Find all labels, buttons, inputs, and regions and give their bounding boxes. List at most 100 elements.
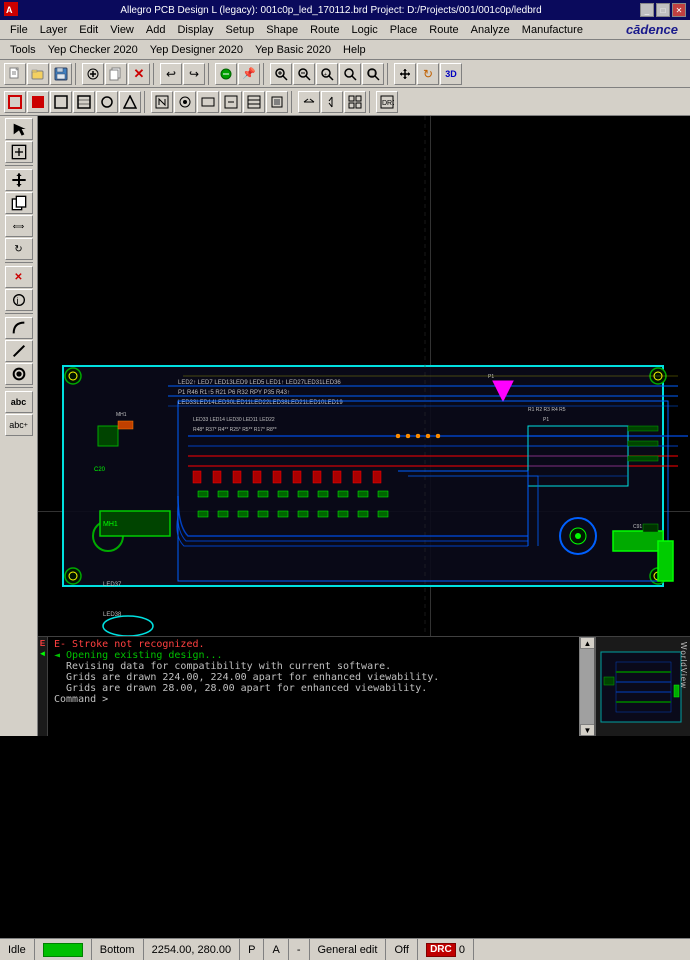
separator-7 [291,91,295,113]
zoom-out-button[interactable] [293,63,315,85]
svg-text:C20: C20 [94,467,106,473]
3d-button[interactable]: 3D [440,63,462,85]
lt-select[interactable] [5,118,33,140]
status-separator: - [289,939,310,960]
tb2-btn-7[interactable] [151,91,173,113]
menu-add[interactable]: Add [140,22,172,38]
lt-move[interactable] [5,169,33,191]
zoom-fit-button[interactable]: + [316,63,338,85]
menu-route2[interactable]: Route [423,22,464,38]
lt-property[interactable]: i [5,289,33,311]
tb2-btn-2[interactable] [27,91,49,113]
console-line-5: Grids are drawn 28.00, 28.00 apart for e… [54,683,576,694]
scroll-track[interactable] [580,649,594,724]
tb2-btn-9[interactable] [197,91,219,113]
tb2-btn-15[interactable] [344,91,366,113]
anchor-button[interactable]: 📌 [238,63,260,85]
tb2-btn-12[interactable] [266,91,288,113]
lt-zoom-area[interactable] [5,141,33,163]
menu-display[interactable]: Display [171,22,219,38]
menu-help[interactable]: Help [337,42,372,58]
tb2-btn-8[interactable] [174,91,196,113]
menu-layer[interactable]: Layer [34,22,74,38]
svg-text:MH1: MH1 [116,412,127,418]
main-area: ⟺ ↻ ✕ i abc abc+ [0,116,690,736]
svg-text:P1 R46 R1↑5 R21 P6 R: P1 R46 R1↑5 R21 P6 R32 RPY P35 R43↑ [178,390,290,396]
menu-yep-checker[interactable]: Yep Checker 2020 [42,42,144,58]
scroll-down-button[interactable]: ▼ [580,724,595,736]
add-button[interactable] [82,63,104,85]
refresh-button[interactable]: ↻ [417,63,439,85]
lt-text-add[interactable]: abc+ [5,414,33,436]
lt-copy[interactable] [5,192,33,214]
copy-button[interactable] [105,63,127,85]
tb2-btn-5[interactable] [96,91,118,113]
undo-button[interactable]: ↩ [160,63,182,85]
tb2-btn-4[interactable] [73,91,95,113]
tb2-btn-11[interactable] [243,91,265,113]
tb2-btn-6[interactable] [119,91,141,113]
zoom-window-button[interactable] [362,63,384,85]
zoom-prev-button[interactable] [339,63,361,85]
menu-tools[interactable]: Tools [4,42,42,58]
lt-mirror[interactable]: ⟺ [5,215,33,237]
menu-manufacture[interactable]: Manufacture [516,22,589,38]
tb2-btn-3[interactable] [50,91,72,113]
lt-via[interactable] [5,363,33,385]
menu-route1[interactable]: Route [304,22,345,38]
lt-route[interactable] [5,317,33,339]
svg-text:R48* R37* R4** R25* R5** R17*: R48* R37* R4** R25* R5** R17* R8** [193,427,277,433]
lt-sep-2 [5,262,33,264]
lt-rotate[interactable]: ↻ [5,238,33,260]
console-text: E- Stroke not recognized. ◄ Opening exis… [50,637,580,736]
menu-yep-basic[interactable]: Yep Basic 2020 [249,42,337,58]
tb2-btn-14[interactable] [321,91,343,113]
cadence-logo: cādence [626,22,686,37]
status-edit-mode: General edit [310,939,387,960]
lt-text[interactable]: abc [5,391,33,413]
menu-setup[interactable]: Setup [220,22,261,38]
tb2-btn-16[interactable]: DRC [376,91,398,113]
tb2-btn-1[interactable] [4,91,26,113]
minimize-button[interactable]: _ [640,3,654,17]
minimap: WorldView [594,637,690,736]
zoom-in-button[interactable] [270,63,292,85]
menu-file[interactable]: File [4,22,34,38]
lt-route2[interactable] [5,340,33,362]
menu-analyze[interactable]: Analyze [465,22,516,38]
maximize-button[interactable]: □ [656,3,670,17]
ratsnest-button[interactable] [215,63,237,85]
save-button[interactable] [50,63,72,85]
close-button[interactable]: ✕ [672,3,686,17]
tb2-btn-13[interactable] [298,91,320,113]
canvas-area[interactable]: LED2↑ LED7 LED13LED9 LED5 LED1↑ LED27LED… [38,116,690,736]
scroll-up-button[interactable]: ▲ [580,637,595,649]
delete-button[interactable]: ✕ [128,63,150,85]
console-line-3: Revising data for compatibility with cur… [54,661,576,672]
console-line-4: Grids are drawn 224.00, 224.00 apart for… [54,672,576,683]
separator-2 [153,63,157,85]
status-green-bar [43,943,83,957]
svg-text:MH1: MH1 [103,521,118,528]
menu-edit[interactable]: Edit [73,22,104,38]
new-button[interactable] [4,63,26,85]
pan-button[interactable] [394,63,416,85]
menu-yep-designer[interactable]: Yep Designer 2020 [144,42,249,58]
status-mode-text: Idle [8,944,26,956]
console-scrollbar[interactable]: ▲ ▼ [579,637,594,736]
svg-text:R1 R2 R3 R4 R5: R1 R2 R3 R4 R5 [528,407,566,413]
menu-place[interactable]: Place [384,22,424,38]
redo-button[interactable]: ↪ [183,63,205,85]
svg-text:P1: P1 [488,374,494,380]
lt-delete[interactable]: ✕ [5,266,33,288]
menu-shape[interactable]: Shape [260,22,304,38]
tb2-btn-10[interactable] [220,91,242,113]
menu-bar-2: Tools Yep Checker 2020 Yep Designer 2020… [0,40,690,60]
open-button[interactable] [27,63,49,85]
status-p-text: P [248,944,255,956]
left-toolbar: ⟺ ↻ ✕ i abc abc+ [0,116,38,736]
status-mode: Idle [0,939,35,960]
menu-view[interactable]: View [104,22,140,38]
menu-logic[interactable]: Logic [345,22,383,38]
console-indicator-error: E [40,639,45,648]
